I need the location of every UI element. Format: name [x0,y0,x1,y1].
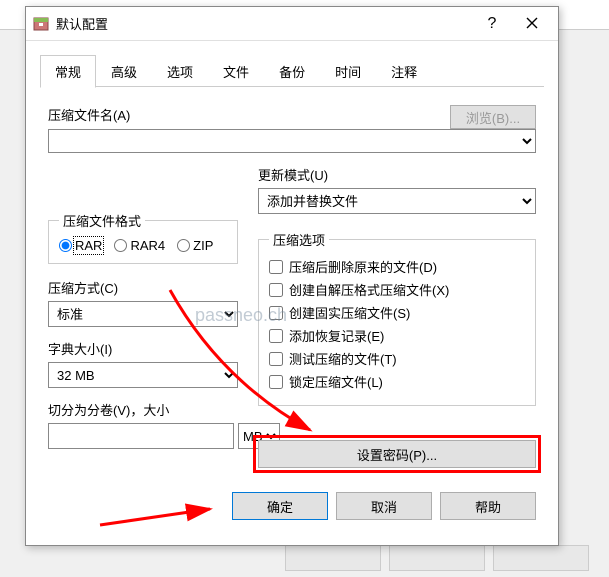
browse-button[interactable]: 浏览(B)... [450,105,536,129]
chk-delete-after[interactable] [269,260,283,274]
tab-panel-general: 浏览(B)... 压缩文件名(A) 压缩文件格式 RAR RAR4 [26,87,558,478]
app-icon [32,15,50,33]
chk-sfx[interactable] [269,283,283,297]
default-config-dialog: 默认配置 ? 常规 高级 选项 文件 备份 时间 注释 浏览(B)... 压缩文… [25,6,559,546]
bg-button [285,545,381,571]
radio-rar[interactable] [59,239,72,252]
chk-lock-label: 锁定压缩文件(L) [289,372,383,391]
method-label: 压缩方式(C) [48,278,238,297]
titlebar: 默认配置 ? [26,7,558,41]
options-legend: 压缩选项 [269,230,329,249]
dialog-footer: 确定 取消 帮助 [26,478,558,534]
chk-sfx-label: 创建自解压格式压缩文件(X) [289,280,449,299]
chk-lock[interactable] [269,375,283,389]
help-button[interactable]: ? [472,15,512,33]
tab-general[interactable]: 常规 [40,55,96,88]
dict-select[interactable]: 32 MB [48,362,238,388]
close-button[interactable] [512,16,552,32]
dialog-title: 默认配置 [56,14,472,33]
bg-button [389,545,485,571]
tab-comment[interactable]: 注释 [376,55,432,87]
tab-time[interactable]: 时间 [320,55,376,87]
volume-input[interactable] [48,423,234,449]
radio-rar-label[interactable]: RAR [75,238,102,253]
ok-button[interactable]: 确定 [232,492,328,520]
tab-strip: 常规 高级 选项 文件 备份 时间 注释 [26,41,558,87]
dict-label: 字典大小(I) [48,339,238,358]
radio-rar4[interactable] [114,239,127,252]
method-select[interactable]: 标准 [48,301,238,327]
options-fieldset: 压缩选项 压缩后删除原来的文件(D) 创建自解压格式压缩文件(X) 创建固实压缩… [258,230,536,406]
tab-files[interactable]: 文件 [208,55,264,87]
chk-test[interactable] [269,352,283,366]
format-fieldset: 压缩文件格式 RAR RAR4 ZIP [48,211,238,264]
cancel-button[interactable]: 取消 [336,492,432,520]
help-button-footer[interactable]: 帮助 [440,492,536,520]
radio-zip[interactable] [177,239,190,252]
chk-solid[interactable] [269,306,283,320]
chk-delete-after-label: 压缩后删除原来的文件(D) [289,257,437,276]
chk-recovery-label: 添加恢复记录(E) [289,326,384,345]
radio-rar4-label[interactable]: RAR4 [130,238,165,253]
update-mode-label: 更新模式(U) [258,165,536,184]
radio-zip-label[interactable]: ZIP [193,238,213,253]
chk-solid-label: 创建固实压缩文件(S) [289,303,410,322]
chk-test-label: 测试压缩的文件(T) [289,349,397,368]
set-password-button[interactable]: 设置密码(P)... [258,440,536,468]
format-legend: 压缩文件格式 [59,211,145,230]
chk-recovery[interactable] [269,329,283,343]
tab-options[interactable]: 选项 [152,55,208,87]
tab-backup[interactable]: 备份 [264,55,320,87]
update-mode-select[interactable]: 添加并替换文件 [258,188,536,214]
bg-button [493,545,589,571]
volume-label: 切分为分卷(V)，大小 [48,400,238,419]
archive-name-input[interactable] [48,129,536,153]
tab-advanced[interactable]: 高级 [96,55,152,87]
